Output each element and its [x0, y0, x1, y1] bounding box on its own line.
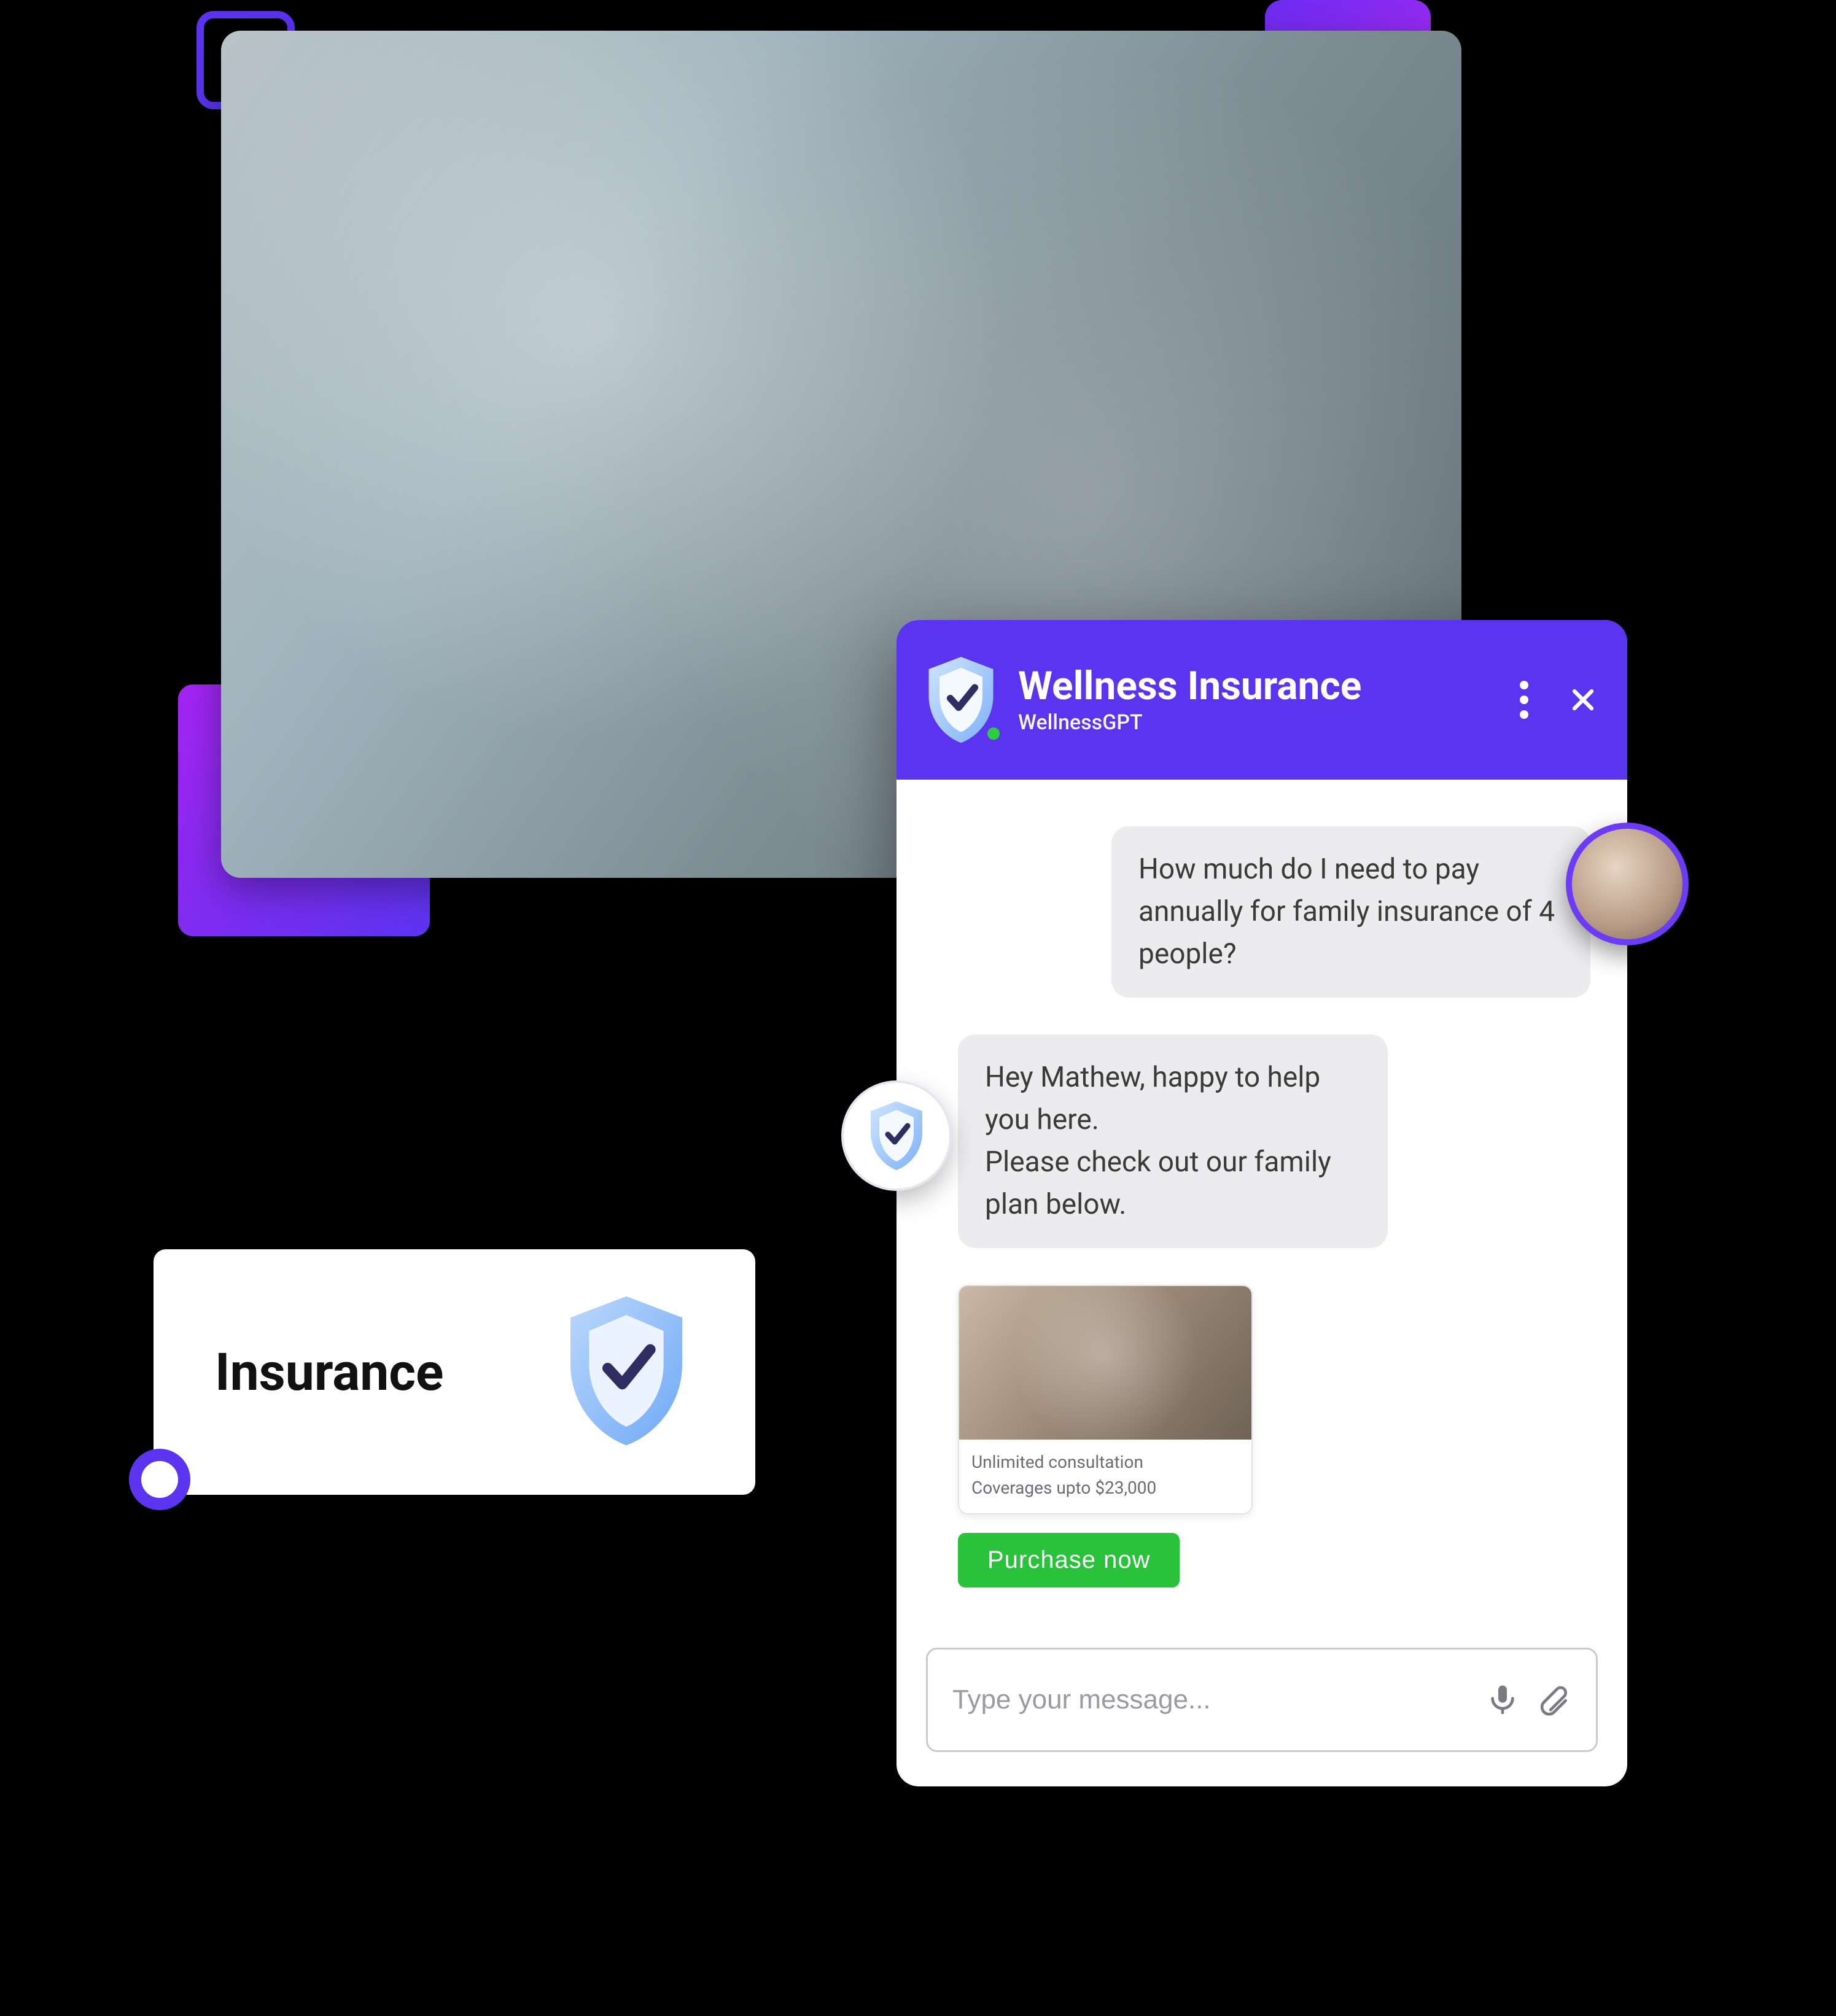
bot-avatar: [841, 1080, 952, 1191]
chat-input-row: [897, 1648, 1627, 1786]
insurance-card: Insurance: [154, 1249, 755, 1495]
microphone-button[interactable]: [1485, 1683, 1520, 1717]
user-avatar: [1566, 823, 1689, 945]
close-icon: [1568, 685, 1598, 715]
plan-card[interactable]: Unlimited consultation Coverages upto $2…: [958, 1285, 1253, 1514]
bot-message-line1: Hey Mathew, happy to help you here.: [985, 1061, 1320, 1136]
chat-body: How much do I need to pay annually for f…: [897, 780, 1627, 1648]
kebab-icon: [1520, 681, 1528, 719]
chat-input-container[interactable]: [926, 1648, 1598, 1752]
bot-message-line2: Please check out our family plan below.: [985, 1146, 1331, 1221]
chat-close-button[interactable]: [1566, 683, 1600, 717]
plan-card-image: [959, 1286, 1251, 1440]
message-row-bot: Hey Mathew, happy to help you here. Plea…: [958, 1034, 1590, 1248]
insurance-card-label: Insurance: [215, 1342, 443, 1403]
chat-message-input[interactable]: [952, 1685, 1468, 1715]
plan-card-line1: Unlimited consultation: [971, 1449, 1239, 1475]
microphone-icon: [1485, 1683, 1520, 1717]
chat-brand-shield-check-icon: [921, 654, 1001, 746]
user-message-bubble: How much do I need to pay annually for f…: [1111, 826, 1590, 998]
plan-card-details: Unlimited consultation Coverages upto $2…: [959, 1440, 1251, 1513]
chat-widget: Wellness Insurance WellnessGPT How much …: [897, 620, 1627, 1786]
chat-header: Wellness Insurance WellnessGPT: [897, 620, 1627, 780]
chat-title: Wellness Insurance: [1018, 665, 1490, 708]
status-online-dot: [985, 725, 1002, 742]
chat-menu-button[interactable]: [1507, 683, 1541, 717]
shield-check-icon: [559, 1291, 694, 1453]
message-row-user: How much do I need to pay annually for f…: [933, 826, 1590, 998]
shield-check-icon: [866, 1099, 927, 1173]
plan-card-line2: Coverages upto $23,000: [971, 1475, 1239, 1501]
purchase-now-button[interactable]: Purchase now: [958, 1533, 1180, 1588]
paperclip-icon: [1537, 1683, 1571, 1717]
accent-ring: [129, 1449, 190, 1510]
attach-button[interactable]: [1537, 1683, 1571, 1717]
bot-message-bubble: Hey Mathew, happy to help you here. Plea…: [958, 1034, 1388, 1248]
chat-subtitle: WellnessGPT: [1018, 710, 1490, 735]
chat-title-block: Wellness Insurance WellnessGPT: [1018, 665, 1490, 735]
